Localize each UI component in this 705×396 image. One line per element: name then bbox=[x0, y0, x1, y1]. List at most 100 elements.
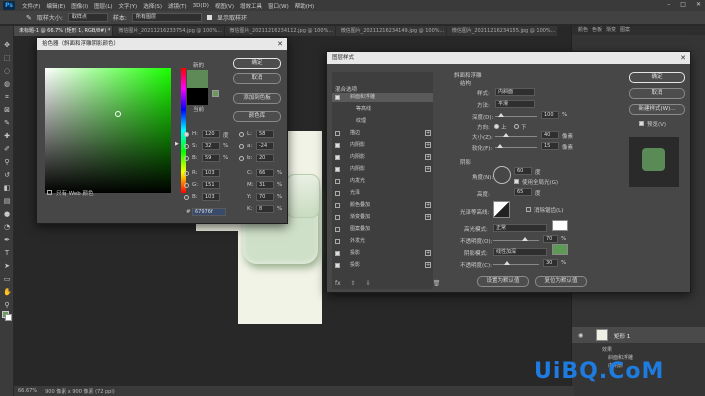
direction-up-radio[interactable] bbox=[494, 124, 499, 129]
style-item[interactable]: 内阴影 + bbox=[332, 165, 433, 174]
style-item[interactable]: 内发光 bbox=[332, 177, 433, 186]
fx-icon[interactable]: fx bbox=[335, 280, 341, 287]
style-item[interactable]: 投影 + bbox=[332, 261, 433, 270]
style-item[interactable]: 光泽 bbox=[332, 189, 433, 198]
style-item[interactable]: 渐变叠加 + bbox=[332, 213, 433, 222]
hex-input[interactable]: 67976f bbox=[192, 208, 226, 216]
style-item[interactable]: 内阴影 + bbox=[332, 153, 433, 162]
lasso-tool-icon[interactable]: ◌ bbox=[3, 67, 11, 75]
style-item-checkbox[interactable] bbox=[335, 239, 340, 244]
shadow-opacity-slider[interactable] bbox=[493, 261, 539, 265]
tab-document-2[interactable]: 微信图片_20211216233754.jpg @ 100%... bbox=[113, 26, 225, 36]
g-radio[interactable] bbox=[184, 183, 189, 188]
style-item[interactable]: 描边 + bbox=[332, 129, 433, 138]
style-item-checkbox[interactable] bbox=[335, 227, 340, 232]
shadow-mode-select[interactable]: 线性加深 bbox=[493, 248, 547, 256]
highlight-opacity-slider[interactable] bbox=[493, 237, 539, 241]
tab-document-4[interactable]: 微信图片_20211216234149.jpg @ 100%... bbox=[335, 26, 447, 36]
k-input[interactable]: 8 bbox=[256, 205, 274, 213]
style-item-checkbox[interactable] bbox=[335, 263, 340, 268]
add-style-icon[interactable]: + bbox=[425, 154, 431, 160]
style-item[interactable]: 投影 + bbox=[332, 249, 433, 258]
shadow-opacity-knob[interactable] bbox=[504, 261, 510, 265]
add-style-icon[interactable]: + bbox=[425, 142, 431, 148]
style-item[interactable]: 等高线 bbox=[332, 105, 433, 114]
ok-button[interactable]: 确定 bbox=[629, 72, 685, 83]
tab-patterns[interactable]: 图案 bbox=[620, 26, 630, 35]
blend-options-item[interactable]: 混合选项 bbox=[335, 85, 357, 93]
s-radio[interactable] bbox=[184, 144, 189, 149]
saturation-brightness-field[interactable] bbox=[45, 68, 171, 193]
menu-item-3[interactable]: 图层(L) bbox=[94, 2, 112, 10]
menu-item-4[interactable]: 文字(Y) bbox=[119, 2, 138, 10]
c-input[interactable]: 66 bbox=[256, 169, 274, 177]
soften-slider[interactable] bbox=[495, 144, 537, 148]
highlight-color-swatch[interactable] bbox=[552, 220, 568, 231]
depth-knob[interactable] bbox=[498, 113, 504, 117]
menu-item-2[interactable]: 图像(I) bbox=[71, 2, 88, 10]
web-only-checkbox[interactable] bbox=[47, 190, 52, 195]
dodge-tool-icon[interactable]: ◔ bbox=[3, 223, 11, 231]
style-item-checkbox[interactable] bbox=[335, 143, 340, 148]
crop-tool-icon[interactable]: ⌗ bbox=[3, 93, 11, 101]
menu-item-0[interactable]: 文件(F) bbox=[22, 2, 40, 10]
soften-input[interactable]: 15 bbox=[541, 142, 559, 150]
shadow-opacity-input[interactable]: 30 bbox=[543, 259, 558, 267]
menu-item-9[interactable]: 增效工具 bbox=[240, 2, 262, 10]
new-style-button[interactable]: 新建样式(W)... bbox=[629, 104, 685, 115]
h-radio[interactable] bbox=[184, 132, 189, 137]
menu-item-1[interactable]: 编辑(E) bbox=[46, 2, 65, 10]
style-item-checkbox[interactable] bbox=[335, 155, 340, 160]
menu-item-11[interactable]: 帮助(H) bbox=[295, 2, 314, 10]
a-input[interactable]: -24 bbox=[256, 142, 274, 150]
size-input[interactable]: 40 bbox=[541, 131, 559, 139]
altitude-input[interactable]: 65 bbox=[514, 188, 532, 196]
shape-tool-icon[interactable]: ▭ bbox=[3, 275, 11, 283]
type-tool-icon[interactable]: T bbox=[3, 249, 11, 257]
hand-tool-icon[interactable]: ✋ bbox=[3, 288, 12, 296]
background-color-swatch[interactable] bbox=[5, 314, 12, 321]
anti-alias-checkbox[interactable] bbox=[526, 207, 531, 212]
marquee-tool-icon[interactable]: ⬚ bbox=[3, 54, 11, 62]
s-input[interactable]: 32 bbox=[202, 142, 220, 150]
depth-slider[interactable] bbox=[495, 113, 537, 117]
tab-document-1[interactable]: 未标题-1 @ 66.7% (矩形 1, RGB/8#) * bbox=[14, 26, 114, 36]
menu-item-6[interactable]: 滤镜(T) bbox=[168, 2, 187, 10]
style-item-checkbox[interactable] bbox=[335, 167, 340, 172]
blur-tool-icon[interactable]: ● bbox=[3, 210, 11, 218]
move-up-icon[interactable]: ⇧ bbox=[351, 280, 356, 287]
size-slider[interactable] bbox=[495, 133, 537, 137]
eraser-tool-icon[interactable]: ◧ bbox=[3, 184, 11, 192]
add-style-icon[interactable]: + bbox=[425, 202, 431, 208]
brush-tool-icon[interactable]: ✐ bbox=[3, 145, 11, 153]
zoom-tool-icon[interactable]: ⚲ bbox=[3, 301, 11, 309]
cancel-button[interactable]: 取消 bbox=[629, 88, 685, 99]
highlight-opacity-knob[interactable] bbox=[522, 237, 528, 241]
global-light-checkbox[interactable] bbox=[514, 179, 519, 184]
layer-row[interactable] bbox=[572, 327, 705, 343]
style-item[interactable]: 纹理 bbox=[332, 117, 433, 126]
show-ring-checkbox[interactable] bbox=[206, 15, 212, 20]
hue-pointer-icon[interactable]: ▶ bbox=[175, 141, 179, 147]
style-item[interactable]: 斜面和浮雕 bbox=[332, 93, 433, 102]
lab-b-radio[interactable] bbox=[239, 156, 244, 161]
style-item-checkbox[interactable] bbox=[335, 215, 340, 220]
sample-select[interactable]: 所有图层 bbox=[131, 13, 202, 22]
blue-radio[interactable] bbox=[184, 195, 189, 200]
style-item[interactable]: 外发光 bbox=[332, 237, 433, 246]
preview-checkbox[interactable] bbox=[639, 121, 644, 126]
r-input[interactable]: 103 bbox=[202, 169, 220, 177]
sample-size-select[interactable]: 取样点 bbox=[67, 13, 108, 22]
move-tool-icon[interactable]: ✥ bbox=[3, 41, 11, 49]
h-input[interactable]: 120 bbox=[202, 130, 220, 138]
r-radio[interactable] bbox=[184, 171, 189, 176]
layer-name[interactable]: 矩形 1 bbox=[614, 332, 630, 340]
clone-stamp-icon[interactable]: ⚲ bbox=[3, 158, 11, 166]
l-input[interactable]: 58 bbox=[256, 130, 274, 138]
set-default-button[interactable]: 设置为默认值 bbox=[477, 276, 529, 287]
add-style-icon[interactable]: + bbox=[425, 130, 431, 136]
style-item-checkbox[interactable] bbox=[335, 203, 340, 208]
healing-brush-icon[interactable]: ✚ bbox=[3, 132, 11, 140]
m-input[interactable]: 31 bbox=[256, 181, 274, 189]
web-safe-swatch[interactable] bbox=[212, 90, 219, 97]
